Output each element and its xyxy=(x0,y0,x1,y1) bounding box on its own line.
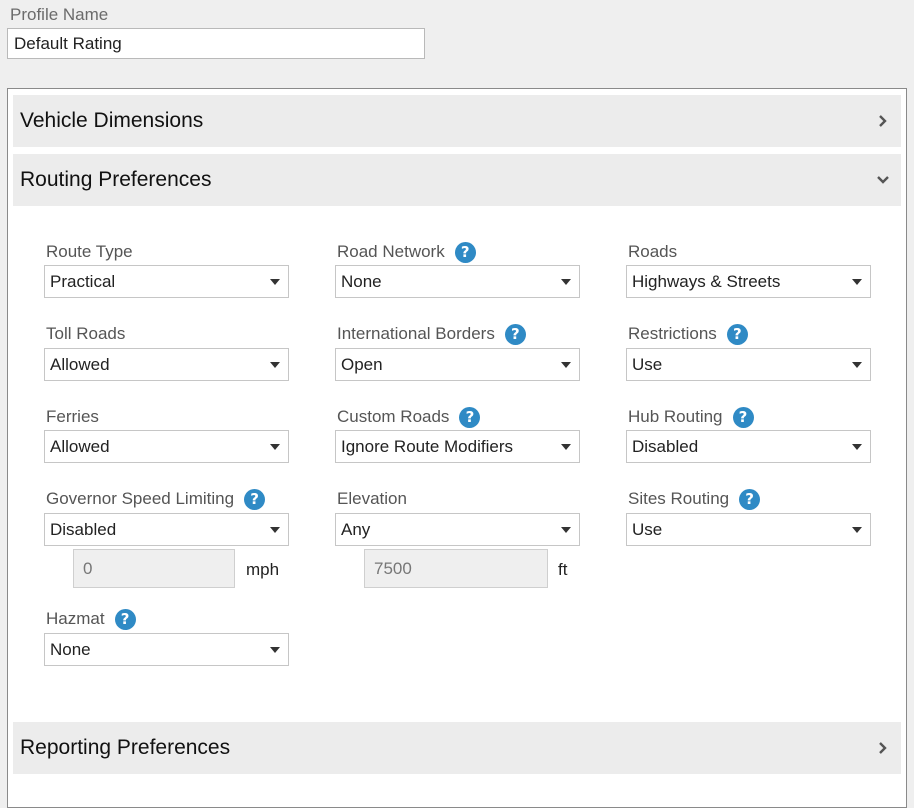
caret-down-icon xyxy=(852,527,862,533)
hazmat-label: Hazmat ? xyxy=(46,608,136,630)
sites-routing-select[interactable]: Use xyxy=(626,513,871,546)
speed-unit-label: mph xyxy=(246,560,280,579)
section-vehicle-dimensions[interactable]: Vehicle Dimensions xyxy=(13,95,901,147)
international-borders-select[interactable]: Open xyxy=(335,348,580,381)
speed-limit-input[interactable] xyxy=(73,549,235,588)
custom-roads-label: Custom Roads ? xyxy=(337,406,481,428)
help-icon[interactable]: ? xyxy=(459,406,481,428)
caret-down-icon xyxy=(561,279,571,285)
roads-select[interactable]: Highways & Streets xyxy=(626,265,871,298)
restrictions-select[interactable]: Use xyxy=(626,348,871,381)
route-type-label: Route Type xyxy=(46,242,133,261)
toll-roads-label: Toll Roads xyxy=(46,324,126,343)
sites-routing-label: Sites Routing ? xyxy=(628,488,761,510)
caret-down-icon xyxy=(852,362,862,368)
section-title: Vehicle Dimensions xyxy=(20,109,204,132)
roads-label: Roads xyxy=(628,242,678,261)
chevron-right-icon xyxy=(875,722,891,774)
chevron-down-icon xyxy=(875,154,891,206)
caret-down-icon xyxy=(561,444,571,450)
road-network-select[interactable]: None xyxy=(335,265,580,298)
caret-down-icon xyxy=(561,527,571,533)
road-network-label: Road Network ? xyxy=(337,241,476,263)
caret-down-icon xyxy=(852,444,862,450)
custom-roads-select[interactable]: Ignore Route Modifiers xyxy=(335,430,580,463)
elevation-select[interactable]: Any xyxy=(335,513,580,546)
international-borders-label: International Borders ? xyxy=(337,323,526,345)
elevation-input[interactable] xyxy=(364,549,548,588)
caret-down-icon xyxy=(270,444,280,450)
caret-down-icon xyxy=(852,279,862,285)
help-icon[interactable]: ? xyxy=(732,406,754,428)
caret-down-icon xyxy=(270,527,280,533)
help-icon[interactable]: ? xyxy=(244,488,266,510)
ferries-select[interactable]: Allowed xyxy=(44,430,289,463)
help-icon[interactable]: ? xyxy=(114,608,136,630)
help-icon[interactable]: ? xyxy=(454,241,476,263)
help-icon[interactable]: ? xyxy=(504,323,526,345)
hub-routing-label: Hub Routing ? xyxy=(628,406,754,428)
governor-speed-limiting-label: Governor Speed Limiting ? xyxy=(46,488,266,510)
elevation-unit-label: ft xyxy=(558,560,568,579)
restrictions-label: Restrictions ? xyxy=(628,323,748,345)
caret-down-icon xyxy=(270,362,280,368)
hub-routing-select[interactable]: Disabled xyxy=(626,430,871,463)
route-type-select[interactable]: Practical xyxy=(44,265,289,298)
section-reporting-preferences[interactable]: Reporting Preferences xyxy=(13,722,901,774)
help-icon[interactable]: ? xyxy=(739,488,761,510)
section-title: Routing Preferences xyxy=(20,168,212,191)
governor-speed-limiting-select[interactable]: Disabled xyxy=(44,513,289,546)
section-routing-preferences[interactable]: Routing Preferences xyxy=(13,154,901,206)
profile-settings-panel: Vehicle Dimensions Routing Preferences R… xyxy=(7,88,907,808)
ferries-label: Ferries xyxy=(46,407,99,426)
caret-down-icon xyxy=(270,279,280,285)
caret-down-icon xyxy=(270,647,280,653)
caret-down-icon xyxy=(561,362,571,368)
chevron-right-icon xyxy=(875,95,891,147)
hazmat-select[interactable]: None xyxy=(44,633,289,666)
profile-name-label: Profile Name xyxy=(10,5,109,24)
toll-roads-select[interactable]: Allowed xyxy=(44,348,289,381)
help-icon[interactable]: ? xyxy=(726,323,748,345)
profile-name-input[interactable] xyxy=(7,28,425,59)
section-title: Reporting Preferences xyxy=(20,736,231,759)
elevation-label: Elevation xyxy=(337,489,407,508)
